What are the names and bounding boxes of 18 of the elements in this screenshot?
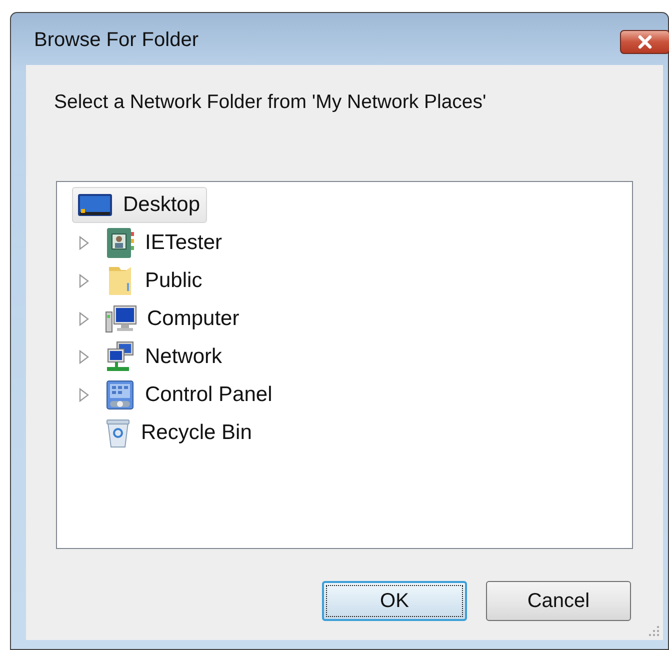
tree-item-label: Recycle Bin [141,421,252,445]
tree-item[interactable]: Public [100,263,210,299]
tree-item-label: Desktop [123,193,200,217]
prompt-text: Select a Network Folder from 'My Network Places' [54,91,488,115]
dialog-button[interactable]: Cancel [486,581,631,621]
tree-item[interactable]: Desktop [72,187,208,223]
tree-item[interactable]: IETester [100,225,230,261]
tree-item[interactable]: Control Panel [100,377,280,413]
tree-item[interactable]: Recycle Bin [100,415,259,451]
dialog-button[interactable]: OK [322,581,467,621]
tree-item-label: IETester [145,231,222,255]
tree-item-label: Control Panel [145,383,272,407]
tree-item[interactable]: Network [100,339,230,375]
tree-item-label: Public [145,269,202,293]
tree-item[interactable]: Computer [100,301,246,337]
tree-item-label: Network [145,345,222,369]
tree-item-label: Computer [147,307,240,331]
window-title: Browse For Folder [34,28,198,52]
